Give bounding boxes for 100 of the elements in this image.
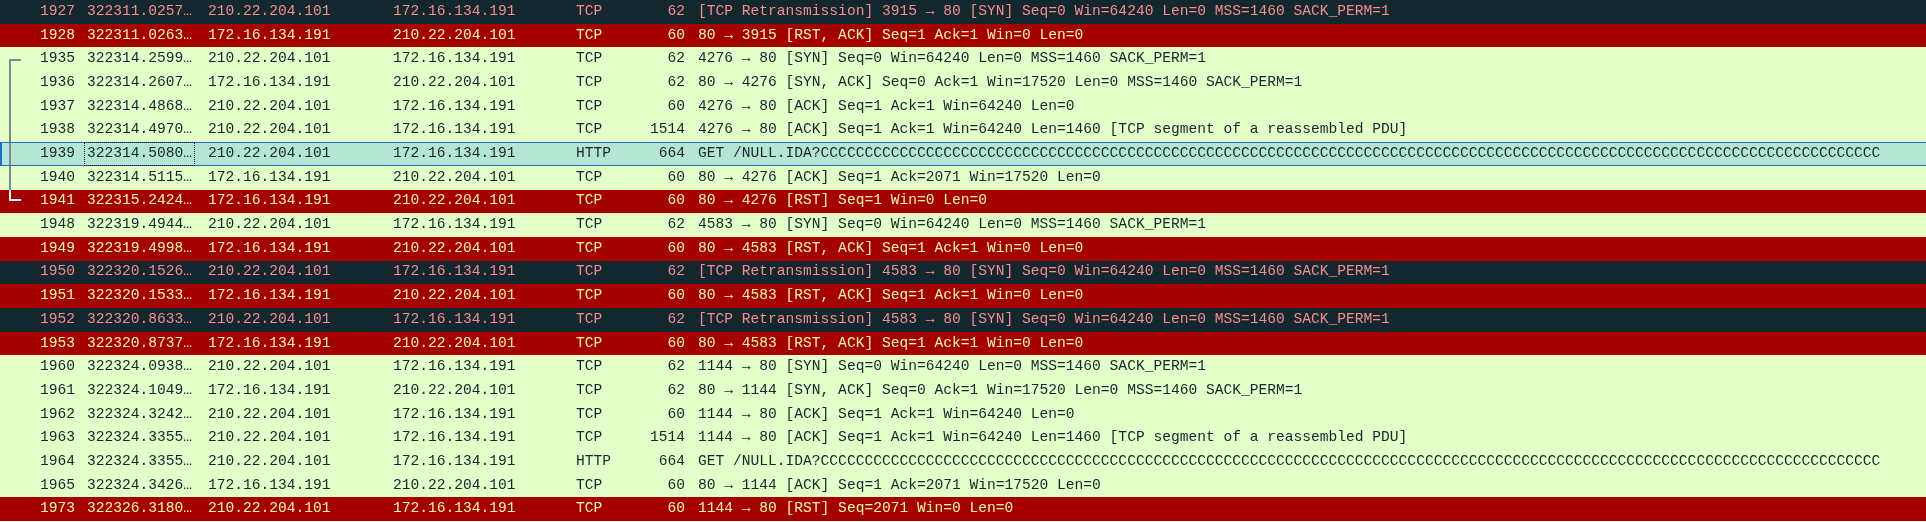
packet-row[interactable]: 1935 322314.2599… 210.22.204.101 172.16.134.191 TCP 62 4276 → 80 [SYN] Seq=0 Win=64240 Len=0 MSS=1460 SACK_PERM=1: [0, 47, 1926, 72]
source-address: 210.22.204.101: [208, 500, 331, 517]
destination-address: 210.22.204.101: [393, 73, 516, 90]
packet-row[interactable]: 1964 322324.3355… 210.22.204.101 172.16.134.191 HTTP 664 GET /NULL.IDA?CCCCCCCCCCCCCCCCCCCCCCCCCCCCCCCCCCCCCCCCCCCCCCCCCCCCCCCCCCCCCCCCCCCCCCCCCCCCCCCCCCCCCCCCCCCCCCCCCCCCCCCCCCCCCCCCCCCCCCCCC: [0, 450, 1926, 474]
destination-address: 172.16.134.191: [393, 429, 516, 446]
info-cell: 1144 → 80 [RST] Seq=2071 Win=0 Len=0: [698, 500, 1014, 517]
packet-row[interactable]: 1937 322314.4868… 210.22.204.101 172.16.134.191 TCP 60 4276 → 80 [ACK] Seq=1 Ack=1 Win=64240 Len=0: [0, 94, 1926, 119]
protocol-cell: TCP: [576, 381, 603, 398]
length-cell: 60: [667, 500, 685, 517]
destination-address: 172.16.134.191: [393, 145, 516, 162]
packet-row[interactable]: 1948 322319.4944… 210.22.204.101 172.16.134.191 TCP 62 4583 → 80 [SYN] Seq=0 Win=64240 Len=0 MSS=1460 SACK_PERM=1: [0, 213, 1926, 237]
destination-address: 172.16.134.191: [393, 97, 516, 114]
protocol-cell: TCP: [576, 358, 603, 375]
length-cell: 62: [667, 381, 685, 398]
destination-address: 172.16.134.191: [393, 358, 516, 375]
packet-row[interactable]: 1949 322319.4998… 172.16.134.191 210.22.204.101 TCP 60 80 → 4583 [RST, ACK] Seq=1 Ack=1 Win=0 Len=0: [0, 236, 1926, 261]
packet-number: 1941: [39, 192, 75, 209]
packet-row[interactable]: 1965 322324.3426… 172.16.134.191 210.22.204.101 TCP 60 80 → 1144 [ACK] Seq=1 Ack=2071 Win=17520 Len=0: [0, 473, 1926, 498]
length-cell: 60: [667, 168, 685, 185]
info-cell: [TCP Retransmission] 4583 → 80 [SYN] Seq=0 Win=64240 Len=0 MSS=1460 SACK_PERM=1: [698, 310, 1390, 327]
packet-row[interactable]: 1962 322324.3242… 210.22.204.101 172.16.134.191 TCP 60 1144 → 80 [ACK] Seq=1 Ack=1 Win=64240 Len=0: [0, 402, 1926, 427]
destination-address: 210.22.204.101: [393, 381, 516, 398]
protocol-cell: TCP: [576, 310, 603, 327]
source-address: 210.22.204.101: [208, 263, 331, 280]
length-cell: 60: [667, 334, 685, 351]
info-cell: GET /NULL.IDA?CCCCCCCCCCCCCCCCCCCCCCCCCCCCCCCCCCCCCCCCCCCCCCCCCCCCCCCCCCCCCCCCCCCCCCCCCCCCCCCCCCCCCCCCCCCCCCCCCCCCCCCCCCCCCCCCCCCCCCCCC: [698, 145, 1881, 162]
time-cell-text: 322320.8737…: [86, 333, 194, 353]
length-cell: 664: [658, 452, 685, 469]
protocol-cell: TCP: [576, 216, 603, 233]
packet-row[interactable]: 1961 322324.1049… 172.16.134.191 210.22.204.101 TCP 62 80 → 1144 [SYN, ACK] Seq=0 Ack=1 Win=17520 Len=0 MSS=1460 SACK_PERM=1: [0, 379, 1926, 403]
packet-row[interactable]: 1951 322320.1533… 172.16.134.191 210.22.204.101 TCP 60 80 → 4583 [RST, ACK] Seq=1 Ack=1 Win=0 Len=0: [0, 284, 1926, 308]
packet-row[interactable]: 1960 322324.0938… 210.22.204.101 172.16.134.191 TCP 62 1144 → 80 [SYN] Seq=0 Win=64240 Len=0 MSS=1460 SACK_PERM=1: [0, 355, 1926, 379]
info-cell: 1144 → 80 [ACK] Seq=1 Ack=1 Win=64240 Len=1460 [TCP segment of a reassembled PDU]: [698, 429, 1408, 446]
time-cell-text: 322324.0938…: [86, 357, 194, 377]
time-cell-text: 322324.3242…: [86, 404, 194, 424]
destination-address: 210.22.204.101: [393, 168, 516, 185]
packet-number: 1927: [39, 2, 75, 19]
source-address: 172.16.134.191: [208, 26, 331, 43]
packet-number: 1928: [39, 26, 75, 43]
source-address: 210.22.204.101: [208, 145, 331, 162]
protocol-cell: TCP: [576, 429, 603, 446]
packet-row[interactable]: 1950 322320.1526… 210.22.204.101 172.16.134.191 TCP 62 [TCP Retransmission] 4583 → 80 [SYN] Seq=0 Win=64240 Len=0 MSS=1460 SACK_PERM=1: [0, 260, 1926, 285]
packet-number: 1961: [39, 381, 75, 398]
source-address: 172.16.134.191: [208, 168, 331, 185]
packet-row[interactable]: 1939 322314.5080… 210.22.204.101 172.16.134.191 HTTP 664 GET /NULL.IDA?CCCCCCCCCCCCCCCCCCCCCCCCCCCCCCCCCCCCCCCCCCCCCCCCCCCCCCCCCCCCCCCCCCCCCCCCCCCCCCCCCCCCCCCCCCCCCCCCCCCCCCCCCCCCCCCCCCCCCCCCC: [0, 142, 1926, 166]
time-cell-text: 322324.1049…: [86, 380, 194, 400]
packet-number: 1951: [39, 287, 75, 304]
destination-address: 210.22.204.101: [393, 476, 516, 493]
protocol-cell: TCP: [576, 168, 603, 185]
info-cell: 80 → 4276 [SYN, ACK] Seq=0 Ack=1 Win=17520 Len=0 MSS=1460 SACK_PERM=1: [698, 73, 1303, 90]
time-cell-text: 322324.3426…: [86, 475, 194, 495]
source-address: 210.22.204.101: [208, 429, 331, 446]
protocol-cell: TCP: [576, 73, 603, 90]
packet-number: 1948: [39, 216, 75, 233]
time-cell-text: 322314.4868…: [86, 96, 194, 116]
time-cell-text: 322314.5115…: [86, 167, 194, 187]
source-address: 210.22.204.101: [208, 452, 331, 469]
destination-address: 172.16.134.191: [393, 216, 516, 233]
info-cell: 4583 → 80 [SYN] Seq=0 Win=64240 Len=0 MSS=1460 SACK_PERM=1: [698, 216, 1206, 233]
packet-number: 1963: [39, 429, 75, 446]
info-cell: 80 → 4276 [ACK] Seq=1 Ack=2071 Win=17520 Len=0: [698, 168, 1101, 185]
packet-row[interactable]: 1952 322320.8633… 210.22.204.101 172.16.134.191 TCP 62 [TCP Retransmission] 4583 → 80 [SYN] Seq=0 Win=64240 Len=0 MSS=1460 SACK_PERM=1: [0, 307, 1926, 332]
time-cell: 322314.5080…: [84, 142, 196, 166]
source-address: 210.22.204.101: [208, 121, 331, 138]
packet-number: 1960: [39, 358, 75, 375]
time-cell-text: 322315.2424…: [86, 191, 194, 211]
packet-row[interactable]: 1936 322314.2607… 172.16.134.191 210.22.204.101 TCP 62 80 → 4276 [SYN, ACK] Seq=0 Ack=1 Win=17520 Len=0 MSS=1460 SACK_PERM=1: [0, 71, 1926, 95]
info-cell: [TCP Retransmission] 3915 → 80 [SYN] Seq=0 Win=64240 Len=0 MSS=1460 SACK_PERM=1: [698, 2, 1390, 19]
destination-address: 172.16.134.191: [393, 2, 516, 19]
source-address: 210.22.204.101: [208, 97, 331, 114]
packet-row[interactable]: 1941 322315.2424… 172.16.134.191 210.22.204.101 TCP 60 80 → 4276 [RST] Seq=1 Win=0 Len=0: [0, 189, 1926, 214]
packet-row[interactable]: 1938 322314.4970… 210.22.204.101 172.16.134.191 TCP 1514 4276 → 80 [ACK] Seq=1 Ack=1 Win=64240 Len=1460 [TCP segment of a reassembled PDU]: [0, 118, 1926, 143]
length-cell: 60: [667, 239, 685, 256]
source-address: 172.16.134.191: [208, 73, 331, 90]
packet-number: 1953: [39, 334, 75, 351]
packet-number: 1936: [39, 73, 75, 90]
protocol-cell: TCP: [576, 287, 603, 304]
packet-row[interactable]: 1963 322324.3355… 210.22.204.101 172.16.134.191 TCP 1514 1144 → 80 [ACK] Seq=1 Ack=1 Win=64240 Len=1460 [TCP segment of a reassembled PDU]: [0, 426, 1926, 451]
time-cell-text: 322319.4998…: [86, 238, 194, 258]
packet-row[interactable]: 1927 322311.0257… 210.22.204.101 172.16.134.191 TCP 62 [TCP Retransmission] 3915 → 80 [SYN] Seq=0 Win=64240 Len=0 MSS=1460 SACK_PERM=1: [0, 0, 1926, 24]
protocol-cell: TCP: [576, 405, 603, 422]
info-cell: 80 → 4583 [RST, ACK] Seq=1 Ack=1 Win=0 Len=0: [698, 287, 1084, 304]
packet-row[interactable]: 1973 322326.3180… 210.22.204.101 172.16.134.191 TCP 60 1144 → 80 [RST] Seq=2071 Win=0 Len=0: [0, 497, 1926, 522]
packet-row[interactable]: 1928 322311.0263… 172.16.134.191 210.22.204.101 TCP 60 80 → 3915 [RST, ACK] Seq=1 Ack=1 Win=0 Len=0: [0, 23, 1926, 48]
source-address: 172.16.134.191: [208, 381, 331, 398]
packet-row[interactable]: 1940 322314.5115… 172.16.134.191 210.22.204.101 TCP 60 80 → 4276 [ACK] Seq=1 Ack=2071 Win=17520 Len=0: [0, 165, 1926, 190]
destination-address: 210.22.204.101: [393, 239, 516, 256]
packet-number: 1938: [39, 121, 75, 138]
length-cell: 60: [667, 97, 685, 114]
packet-row[interactable]: 1953 322320.8737… 172.16.134.191 210.22.204.101 TCP 60 80 → 4583 [RST, ACK] Seq=1 Ack=1 Win=0 Len=0: [0, 331, 1926, 356]
info-cell: 80 → 1144 [ACK] Seq=1 Ack=2071 Win=17520 Len=0: [698, 476, 1101, 493]
length-cell: 60: [667, 192, 685, 209]
time-cell-text: 322324.3355…: [86, 428, 194, 448]
packet-number: 1935: [39, 50, 75, 67]
protocol-cell: TCP: [576, 26, 603, 43]
time-cell-text: 322320.1533…: [86, 286, 194, 306]
source-address: 210.22.204.101: [208, 2, 331, 19]
source-address: 210.22.204.101: [208, 216, 331, 233]
info-cell: 1144 → 80 [SYN] Seq=0 Win=64240 Len=0 MSS=1460 SACK_PERM=1: [698, 358, 1206, 375]
length-cell: 62: [667, 50, 685, 67]
